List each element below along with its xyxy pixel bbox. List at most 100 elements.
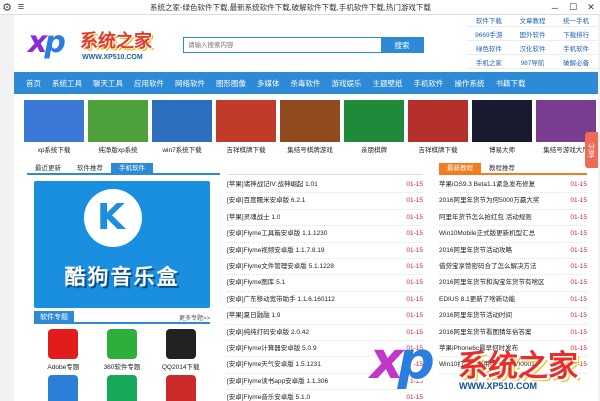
- list-item-title[interactable]: [安卓]Flyme计算器安卓版 5.0.9: [227, 341, 317, 356]
- maximize-icon[interactable]: ☐: [564, 0, 582, 15]
- list-item-title[interactable]: [安卓]Flyme文件管理安卓版 5.1.1228: [227, 259, 334, 274]
- top-link[interactable]: 统一手机: [554, 16, 598, 27]
- list-item[interactable]: 2016阿里年货节活动时间 01-15: [439, 308, 587, 325]
- nav-item[interactable]: 首页: [26, 78, 41, 89]
- banner-image: [24, 100, 84, 142]
- nav-item[interactable]: 主题壁纸: [373, 78, 403, 89]
- menu-icon[interactable]: ≡: [14, 0, 28, 14]
- list-item[interactable]: EDIUS 8.1更新了啥新功能 01-15: [439, 292, 587, 309]
- top-link[interactable]: 987导航: [510, 58, 555, 69]
- top-link[interactable]: 手机之家: [467, 58, 511, 69]
- list-item[interactable]: [安卓]Flyme图库 5.1 01-15: [227, 275, 423, 292]
- topic-app[interactable]: [93, 375, 152, 401]
- list-item-title[interactable]: [安卓]Flyme天气安卓版 1.5.1231: [227, 357, 321, 372]
- list-item-title[interactable]: [苹果]诸神战记IV:战神崛起 1.01: [227, 177, 318, 192]
- list-item[interactable]: 2016阿里年货节活动攻略 01-15: [439, 243, 587, 259]
- top-link[interactable]: 破解必备: [554, 58, 598, 69]
- list-item-title[interactable]: [安卓]Flyme音乐安卓版 5.1.0: [227, 390, 310, 401]
- list-item[interactable]: [苹果]诸神战记IV:战神崛起 1.01 01-15: [227, 177, 423, 194]
- list-item[interactable]: [安卓]广东移动宽带助手 1.1.6.160112 01-15: [227, 292, 423, 309]
- nav-item[interactable]: 网络软件: [175, 78, 205, 89]
- nav-item[interactable]: 游戏娱乐: [332, 78, 362, 89]
- list-item-title[interactable]: [安卓]百度糯米安卓版 6.2.1: [227, 193, 305, 208]
- nav-item[interactable]: 系统工具: [52, 78, 82, 89]
- list-item-title[interactable]: EDIUS 8.1更新了啥新功能: [439, 292, 515, 307]
- banner-item[interactable]: 亲朋棋牌: [344, 100, 404, 154]
- search-input[interactable]: [184, 38, 381, 52]
- banner-item[interactable]: 集结号棋牌游戏: [280, 100, 340, 154]
- nav-item[interactable]: 应用软件: [134, 78, 164, 89]
- search-button[interactable]: 搜索: [381, 38, 423, 52]
- list-item[interactable]: 2016阿里年货节和淘宝年货节有啥区 01-15: [439, 275, 587, 292]
- banner-item[interactable]: 纯净版xp系统: [88, 100, 148, 154]
- list-item[interactable]: Win10Mobile正式版更新机型汇总 01-15: [439, 226, 587, 243]
- tab-item[interactable]: 最新教程: [439, 163, 481, 173]
- topic-app[interactable]: 360软件专题: [93, 329, 152, 371]
- minimize-icon[interactable]: ─: [546, 0, 564, 15]
- list-item-title[interactable]: [安卓]纯纯打码安卓版 2.0.42: [227, 325, 309, 340]
- tab-item[interactable]: 最近更新: [27, 163, 69, 173]
- banner-item[interactable]: win7系统下载: [152, 100, 212, 154]
- tab-item[interactable]: 教程推荐: [481, 163, 523, 173]
- top-link[interactable]: 绿色软件: [467, 44, 511, 55]
- banner-item[interactable]: 吉祥棋牌下载: [216, 100, 276, 154]
- top-link[interactable]: 软件下载: [467, 16, 511, 27]
- top-link[interactable]: 文章教程: [510, 16, 555, 27]
- list-item[interactable]: 苹果iOS9.3 Beta1.1紧急发布修复 01-15: [439, 177, 587, 194]
- topic-app[interactable]: [34, 375, 93, 401]
- nav-item[interactable]: 多媒体: [257, 78, 280, 89]
- list-item[interactable]: [苹果]夏日融融 1.9 01-15: [227, 308, 423, 325]
- nav-item[interactable]: 操作系统: [455, 78, 485, 89]
- site-logo[interactable]: xp 系统之家 WWW.XP510.COM: [28, 25, 178, 67]
- more-topics-link[interactable]: 更多专题>>: [179, 313, 210, 322]
- top-link[interactable]: 9669手游: [467, 30, 511, 41]
- list-item[interactable]: [苹果]灵魂战士 1.0 01-15: [227, 210, 423, 227]
- list-item[interactable]: [安卓]Flyme文件管理安卓版 5.1.1228 01-15: [227, 259, 423, 276]
- top-link[interactable]: 下载排行: [554, 30, 598, 41]
- tab-item[interactable]: [227, 163, 243, 174]
- list-item-title[interactable]: 借贷宝享赞密码合了怎么解决方法: [439, 259, 537, 274]
- list-item-title[interactable]: Win10Mobile正式版更新机型汇总: [439, 226, 535, 241]
- nav-item[interactable]: 图形图像: [216, 78, 246, 89]
- list-item-title[interactable]: [苹果]夏日融融 1.9: [227, 308, 280, 323]
- list-item[interactable]: [安卓]Flyme工具箱安卓版 1.1.1230 01-15: [227, 226, 423, 243]
- list-item[interactable]: [安卓]百度糯米安卓版 6.2.1 01-15: [227, 193, 423, 210]
- nav-item[interactable]: 手机软件: [414, 78, 444, 89]
- featured-app[interactable]: K 酷狗音乐盒: [34, 181, 210, 308]
- nav-item[interactable]: 杀毒软件: [291, 78, 321, 89]
- list-item[interactable]: 借贷宝享赞密码合了怎么解决方法 01-15: [439, 259, 587, 276]
- list-item-title[interactable]: [安卓]Flyme图库 5.1: [227, 275, 285, 290]
- topic-app[interactable]: [151, 375, 210, 401]
- logo-brand: 系统之家: [80, 31, 152, 52]
- tab-item[interactable]: 软件推荐: [69, 163, 111, 173]
- topic-app[interactable]: QQ2014下载: [151, 329, 210, 371]
- list-item-title[interactable]: 2016阿里年货节为何5000万赢大奖: [439, 193, 539, 208]
- list-item-title[interactable]: [苹果]灵魂战士 1.0: [227, 210, 280, 225]
- banner-item[interactable]: 博易大师: [472, 100, 532, 154]
- list-item[interactable]: [安卓]Flyme视频安卓版 1.1.7.8.19 01-15: [227, 243, 423, 259]
- list-item[interactable]: 2016阿里年货节为何5000万赢大奖 01-15: [439, 193, 587, 210]
- nav-item[interactable]: 聊天工具: [93, 78, 123, 89]
- topic-app[interactable]: Adobe专题: [34, 329, 93, 371]
- list-item-title[interactable]: [安卓]Flyme读书app安卓版 1.1.306: [227, 374, 328, 389]
- nav-item[interactable]: 书籍下载: [496, 78, 526, 89]
- tab-item[interactable]: 手机软件: [111, 163, 153, 173]
- list-item-date: 01-15: [570, 295, 587, 303]
- tab-item[interactable]: [243, 163, 259, 174]
- list-item-title[interactable]: 2016阿里年货节和淘宝年货节有啥区: [439, 275, 544, 290]
- list-item-title[interactable]: [安卓]广东移动宽带助手 1.1.6.160112: [227, 292, 335, 307]
- top-link[interactable]: 手机软件: [554, 44, 598, 55]
- list-item-title[interactable]: 苹果iOS9.3 Beta1.1紧急发布修复: [439, 177, 535, 192]
- gear-icon[interactable]: ⚙: [0, 0, 14, 14]
- close-icon[interactable]: ✕: [582, 0, 600, 15]
- list-item-title[interactable]: 2016阿里年货节活动攻略: [439, 243, 512, 258]
- list-item[interactable]: 阿里年货节怎么抢红包 活动规则 01-15: [439, 210, 587, 227]
- top-link[interactable]: 国外软件: [510, 30, 555, 41]
- list-item-title[interactable]: [安卓]Flyme视频安卓版 1.1.7.8.19: [227, 243, 325, 258]
- banner-item[interactable]: xp系统下载: [24, 100, 84, 154]
- list-item-title[interactable]: 阿里年货节怎么抢红包 活动规则: [439, 210, 532, 225]
- list-item-title[interactable]: 2016阿里年货节活动时间: [439, 308, 512, 323]
- list-item-title[interactable]: [安卓]Flyme工具箱安卓版 1.1.1230: [227, 226, 327, 241]
- top-link[interactable]: 汉化软件: [510, 44, 555, 55]
- banner-item[interactable]: 吉祥棋牌下载: [408, 100, 468, 154]
